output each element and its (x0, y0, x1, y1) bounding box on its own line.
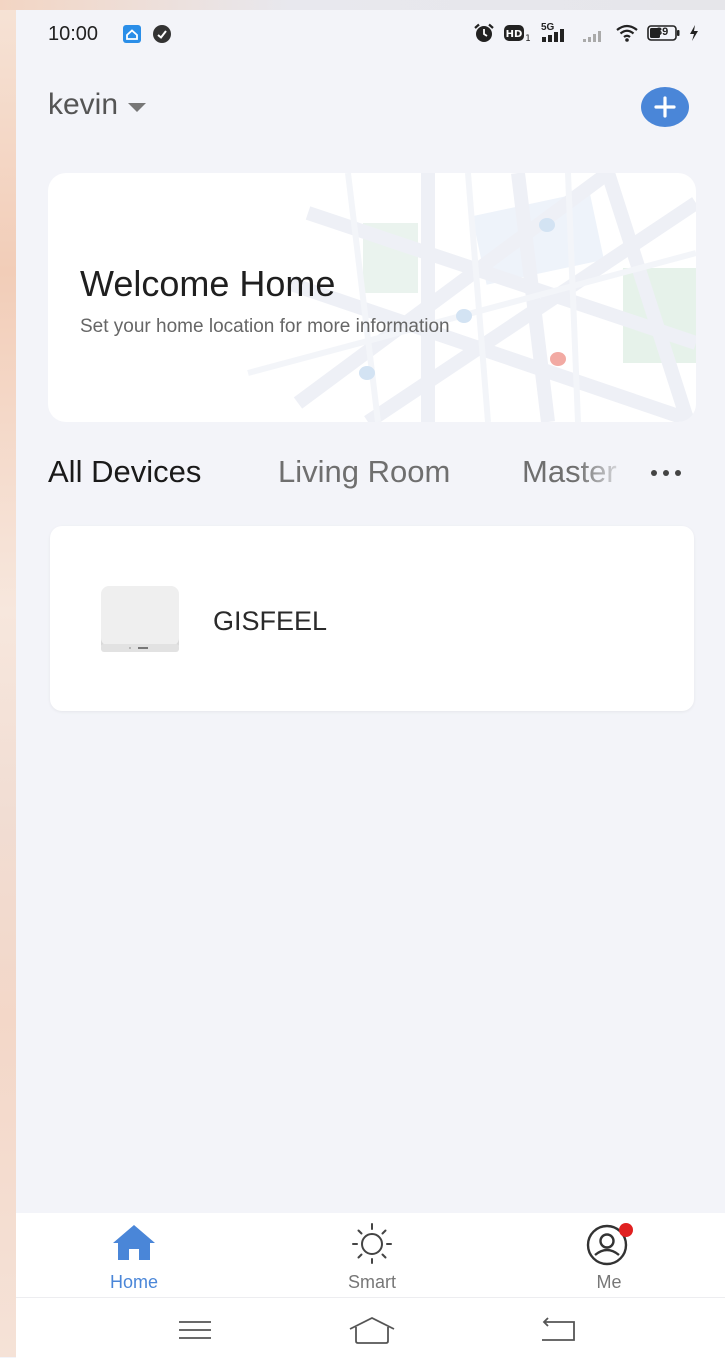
status-time: 10:00 (48, 23, 99, 45)
system-home-button[interactable] (342, 1312, 402, 1348)
tabs-fade (576, 450, 636, 500)
plus-icon (654, 96, 676, 118)
charging-icon (689, 24, 699, 42)
home-icon (113, 1225, 155, 1260)
wifi-icon (615, 23, 639, 43)
app-notification-icon (122, 24, 142, 49)
tab-all-devices[interactable]: All Devices (48, 454, 201, 490)
welcome-subtitle: Set your home location for more informat… (80, 316, 450, 337)
nav-me[interactable]: Me (539, 1213, 679, 1297)
nav-home-label: Home (109, 1272, 158, 1292)
more-dot (675, 470, 681, 476)
svg-text:1: 1 (525, 34, 531, 43)
welcome-title: Welcome Home (80, 263, 336, 304)
status-right-icons: HD 1 5G 39 (473, 22, 699, 44)
hd-icon: HD 1 (503, 23, 531, 43)
battery-level: 39 (656, 26, 669, 38)
more-rooms-button[interactable] (642, 458, 690, 488)
bottom-nav: Home Smart Me (16, 1213, 725, 1297)
more-dot (663, 470, 669, 476)
notification-badge (619, 1223, 633, 1237)
home-name: kevin (48, 88, 119, 121)
tab-living-room[interactable]: Living Room (278, 454, 450, 490)
status-bar: 10:00 HD 1 5G 39 (16, 10, 725, 60)
add-device-button[interactable] (641, 87, 689, 127)
background-edge (0, 0, 16, 1357)
hub-device-icon (101, 586, 179, 652)
more-dot (651, 470, 657, 476)
chevron-down-icon (128, 102, 147, 112)
user-icon (586, 1223, 633, 1266)
menu-icon (179, 1321, 211, 1339)
battery-icon: 39 (647, 23, 681, 43)
welcome-card[interactable]: Welcome Home Set your home location for … (48, 173, 696, 422)
alarm-icon (473, 23, 495, 43)
device-name: GISFEEL (213, 606, 328, 636)
system-back-button[interactable] (528, 1312, 588, 1348)
nav-home[interactable]: Home (64, 1213, 204, 1297)
menu-button[interactable] (165, 1312, 225, 1348)
vpn-icon (152, 24, 172, 49)
svg-text:HD: HD (506, 29, 523, 40)
room-tabs: All Devices Living Room Master (48, 450, 628, 500)
sun-icon (352, 1223, 392, 1264)
app-screen: 10:00 HD 1 5G 39 kevin Welcome Home Set … (16, 10, 725, 1358)
status-left-icons (122, 24, 172, 49)
signal-icon (581, 22, 607, 44)
home-selector[interactable]: kevin (48, 88, 147, 122)
nav-me-label: Me (596, 1272, 622, 1292)
back-icon (542, 1317, 575, 1341)
device-card[interactable]: GISFEEL (50, 526, 694, 711)
home-outline-icon (349, 1316, 395, 1344)
background-edge-top (0, 0, 725, 10)
nav-smart[interactable]: Smart (302, 1213, 442, 1297)
signal-5g-icon: 5G (539, 22, 573, 44)
nav-smart-label: Smart (347, 1272, 396, 1292)
system-nav-bar (16, 1297, 725, 1358)
